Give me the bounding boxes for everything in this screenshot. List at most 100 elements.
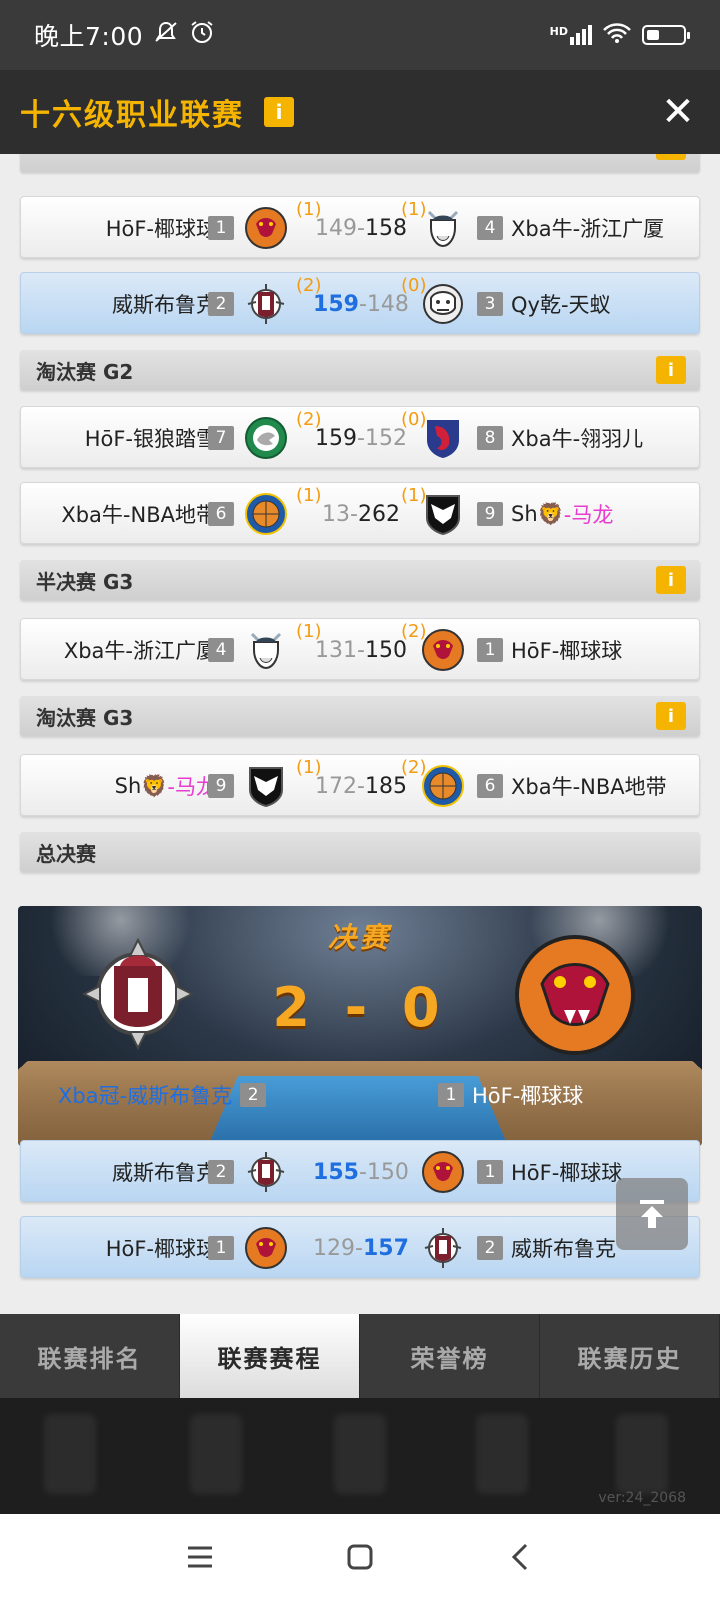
match-row[interactable]: 威斯布鲁克 2 (2) 159-148 (0) 3 Qy乾-天蚁 xyxy=(20,272,700,334)
away-team-name[interactable]: Xba牛-浙江广厦 xyxy=(511,197,664,259)
home-seed: 6 xyxy=(208,502,234,526)
final-banner[interactable]: 决赛 2 - 0 Xba冠-威斯布鲁克 2 1 HōF-椰球球 xyxy=(18,906,702,1146)
bottom-tab-bar: 联赛排名 联赛赛程 荣誉榜 联赛历史 xyxy=(0,1314,720,1398)
score-sep: - xyxy=(358,291,367,317)
lion-icon: 🦁 xyxy=(537,501,564,526)
score-sep: - xyxy=(350,501,358,527)
home-icon xyxy=(347,1544,373,1570)
menu-icon xyxy=(188,1546,212,1568)
score-sep: - xyxy=(357,215,365,241)
section-info-icon[interactable]: i xyxy=(656,356,686,384)
silent-icon xyxy=(153,20,179,50)
close-button[interactable]: ✕ xyxy=(656,89,700,135)
match-score: 155-150 xyxy=(311,1141,411,1203)
final-left-seed: 2 xyxy=(240,1083,267,1107)
home-score: 129 xyxy=(313,1235,356,1261)
home-seed: 4 xyxy=(208,638,234,662)
final-right-seed: 1 xyxy=(438,1083,464,1107)
section-header: 淘汰赛 G3 i xyxy=(20,696,700,736)
section-header: 淘汰赛 G2 i xyxy=(20,350,700,390)
battery-icon xyxy=(642,25,690,45)
away-team-name[interactable]: 威斯布鲁克 xyxy=(511,1217,616,1279)
section-info-icon[interactable] xyxy=(656,154,686,160)
basketball-logo xyxy=(422,765,464,807)
home-team-name[interactable]: Xba牛-浙江广厦 xyxy=(64,619,217,681)
away-team-name[interactable]: Xba牛-NBA地带 xyxy=(511,755,667,817)
home-team-name[interactable]: HōF-椰球球 xyxy=(106,1217,217,1279)
home-team-name[interactable]: 威斯布鲁克 xyxy=(112,1141,217,1203)
lion-icon: 🦁 xyxy=(141,773,168,798)
tab-league-ranking[interactable]: 联赛排名 xyxy=(0,1314,180,1398)
section-title: 总决赛 xyxy=(36,841,96,866)
blurred-menu-item xyxy=(476,1414,528,1494)
away-seed: 1 xyxy=(477,638,503,662)
tab-league-history[interactable]: 联赛历史 xyxy=(540,1314,720,1398)
score-sep: - xyxy=(358,1159,367,1185)
home-team-name[interactable]: 威斯布鲁克 xyxy=(112,273,217,335)
away-team-name[interactable]: Sh 🦁 -马龙 xyxy=(511,483,613,545)
final-left-team[interactable]: Xba冠-威斯布鲁克 2 xyxy=(58,1080,267,1110)
match-row[interactable]: HōF-椰球球 1 (1) 149-158 (1) 4 Xba牛-浙江广厦 xyxy=(20,196,700,258)
snake-basketball-logo xyxy=(422,1151,464,1193)
back-icon xyxy=(511,1543,528,1571)
signal-icon: HD xyxy=(550,25,592,45)
status-time: 晚上7:00 xyxy=(34,22,144,51)
match-row[interactable]: HōF-银狼踏雪 7 (2) 159-152 (0) 8 Xba牛-翎羽儿 xyxy=(20,406,700,468)
away-seed: 1 xyxy=(477,1160,503,1184)
snake-basketball-logo xyxy=(422,629,464,671)
match-score: 149-158 xyxy=(311,197,411,259)
app-header: 十六级职业联赛 i ✕ xyxy=(0,70,720,154)
final-left-name: Xba冠-威斯布鲁克 xyxy=(58,1084,233,1108)
team-name-suffix: -马龙 xyxy=(563,503,614,527)
score-sep: - xyxy=(355,1235,363,1261)
home-score: 159 xyxy=(313,291,359,317)
wifi-icon xyxy=(602,22,632,49)
away-team-name[interactable]: HōF-椰球球 xyxy=(511,1141,622,1203)
home-team-name[interactable]: HōF-银狼踏雪 xyxy=(85,407,217,469)
home-score: 172 xyxy=(315,773,358,799)
tab-honor-roll[interactable]: 荣誉榜 xyxy=(360,1314,540,1398)
back-button[interactable] xyxy=(490,1537,550,1577)
blurred-menu-item xyxy=(334,1414,386,1494)
team-name-prefix: Sh xyxy=(511,502,538,526)
match-row[interactable]: Xba牛-NBA地带 6 (1) 13-262 (1) 9 Sh 🦁 -马龙 xyxy=(20,482,700,544)
home-seed: 1 xyxy=(208,1236,234,1260)
match-score: 129-157 xyxy=(311,1217,411,1279)
snake-basketball-logo xyxy=(245,1227,287,1269)
away-seed: 3 xyxy=(477,292,503,316)
away-team-name[interactable]: Xba牛-翎羽儿 xyxy=(511,407,643,469)
away-seed: 6 xyxy=(477,774,503,798)
away-team-name[interactable]: Qy乾-天蚁 xyxy=(511,273,611,335)
match-score: 159-148 xyxy=(311,273,411,335)
match-row[interactable]: 威斯布鲁克 2 155-150 1 HōF-椰球球 xyxy=(20,1140,700,1202)
home-button[interactable] xyxy=(330,1537,390,1577)
snake-basketball-logo xyxy=(245,207,287,249)
network-label: HD xyxy=(549,25,568,38)
section-info-icon[interactable]: i xyxy=(656,566,686,594)
spartan-helmet-logo xyxy=(424,1228,462,1268)
section-info-icon[interactable]: i xyxy=(656,702,686,730)
home-team-name[interactable]: Xba牛-NBA地带 xyxy=(61,483,217,545)
snake-basketball-logo xyxy=(515,935,635,1055)
blurred-menu-item xyxy=(44,1414,96,1494)
final-right-name: HōF-椰球球 xyxy=(472,1084,584,1108)
tab-league-schedule[interactable]: 联赛赛程 xyxy=(180,1314,360,1398)
away-team-name[interactable]: HōF-椰球球 xyxy=(511,619,622,681)
back-to-top-button[interactable] xyxy=(616,1178,688,1250)
away-seed: 8 xyxy=(477,426,503,450)
schedule-list[interactable]: HōF-椰球球 1 (1) 149-158 (1) 4 Xba牛-浙江广厦 威斯… xyxy=(0,154,720,1314)
viking-logo xyxy=(427,210,459,248)
blurred-game-menu: ver:24_2068 xyxy=(0,1398,720,1514)
home-team-name[interactable]: Sh 🦁 -马龙 xyxy=(115,755,217,817)
match-score: 159-152 xyxy=(311,407,411,469)
away-seed: 9 xyxy=(477,502,503,526)
away-score: 150 xyxy=(366,1159,409,1185)
home-team-name[interactable]: HōF-椰球球 xyxy=(106,197,217,259)
match-row[interactable]: Sh 🦁 -马龙 9 (1) 172-185 (2) 6 Xba牛-NBA地带 xyxy=(20,754,700,816)
info-icon[interactable]: i xyxy=(264,97,294,127)
menu-button[interactable] xyxy=(170,1537,230,1577)
final-right-team[interactable]: 1 HōF-椰球球 xyxy=(438,1080,583,1110)
section-header: 半决赛 G3 i xyxy=(20,560,700,600)
match-row[interactable]: HōF-椰球球 1 129-157 2 威斯布鲁克 xyxy=(20,1216,700,1278)
match-row[interactable]: Xba牛-浙江广厦 4 (1) 131-150 (2) 1 HōF-椰球球 xyxy=(20,618,700,680)
